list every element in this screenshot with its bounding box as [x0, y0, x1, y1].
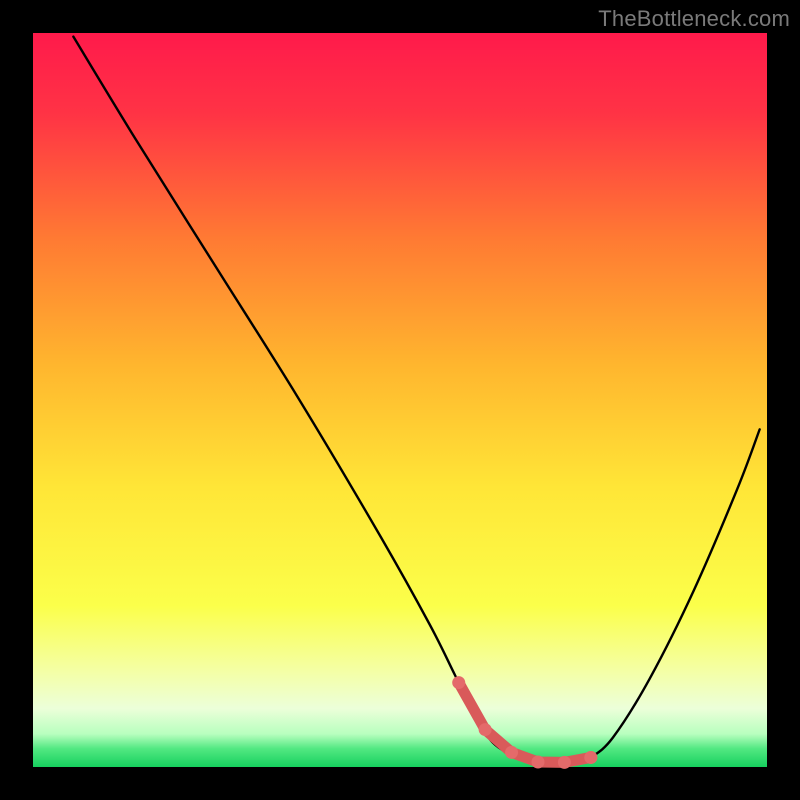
optimal-range-end-dot — [584, 751, 597, 764]
bottleneck-chart — [0, 0, 800, 800]
optimal-range-dot — [452, 676, 465, 689]
optimal-range-dot — [479, 723, 492, 736]
optimal-range-dot — [531, 756, 544, 769]
plot-background — [33, 33, 767, 767]
optimal-range-dot — [558, 756, 571, 769]
optimal-range-dot — [505, 746, 518, 759]
watermark-text: TheBottleneck.com — [598, 6, 790, 32]
